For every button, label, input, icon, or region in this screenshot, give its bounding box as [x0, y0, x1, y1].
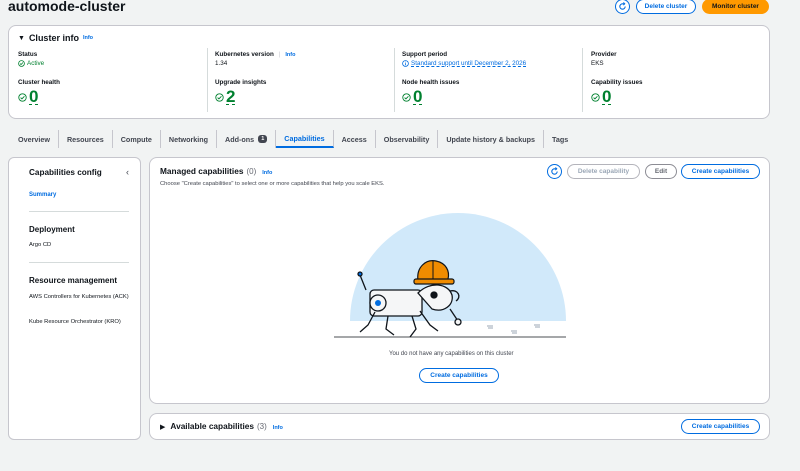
- collapse-sidebar-icon[interactable]: ‹: [126, 167, 129, 177]
- tab-networking[interactable]: Networking: [161, 130, 218, 148]
- tab-access[interactable]: Access: [334, 130, 376, 148]
- managed-capabilities-count: (0): [246, 167, 257, 176]
- node-health-label: Node health issues: [402, 79, 460, 86]
- status-text: Active: [27, 60, 45, 67]
- edit-button[interactable]: Edit: [645, 164, 677, 179]
- tab-add-ons-label: Add-ons: [225, 134, 255, 144]
- cluster-info-link[interactable]: Info: [83, 35, 93, 41]
- capability-issues-value[interactable]: 0: [591, 87, 611, 107]
- capability-issues-count: 0: [602, 87, 612, 106]
- support-period-text: Standard support until December 2, 2026: [411, 60, 527, 67]
- tab-capabilities[interactable]: Capabilities: [276, 130, 334, 148]
- cluster-health-value[interactable]: 0: [18, 87, 38, 107]
- check-circle-icon: [215, 92, 224, 102]
- footprints: [487, 324, 540, 334]
- tab-resources[interactable]: Resources: [59, 130, 113, 148]
- info-circle-icon: [402, 60, 409, 67]
- sidebar-item-summary[interactable]: Summary: [29, 192, 56, 198]
- available-info-link[interactable]: Info: [273, 425, 283, 431]
- sidebar-divider: [29, 262, 129, 263]
- managed-capabilities-description: Choose "Create capabilities" to select o…: [160, 181, 385, 187]
- sidebar-item-argo-cd[interactable]: Argo CD: [29, 241, 51, 250]
- support-period-label: Support period: [402, 51, 448, 58]
- upgrade-insights-value[interactable]: 2: [215, 87, 235, 107]
- tab-add-ons[interactable]: Add-ons 1: [217, 130, 277, 148]
- add-ons-count-badge: 1: [258, 135, 268, 143]
- managed-capabilities-header: Managed capabilities (0) Info: [160, 166, 272, 176]
- k8s-version-heading: Kubernetes version | Info: [215, 51, 295, 58]
- check-circle-icon: [18, 92, 27, 102]
- node-health-value[interactable]: 0: [402, 87, 422, 107]
- cluster-info-panel: [8, 25, 770, 119]
- cluster-info-title: Cluster info: [28, 33, 79, 43]
- divider: |: [278, 51, 281, 58]
- sidebar-item-ack[interactable]: AWS Controllers for Kubernetes (ACK): [29, 293, 129, 302]
- refresh-icon: [551, 167, 558, 175]
- provider-value: EKS: [591, 60, 604, 67]
- status-label: Status: [18, 51, 38, 58]
- tab-update-history[interactable]: Update history & backups: [438, 130, 544, 148]
- page-title: automode-cluster: [8, 0, 126, 14]
- managed-capabilities-title: Managed capabilities: [160, 166, 244, 176]
- managed-info-link[interactable]: Info: [262, 170, 272, 176]
- available-capabilities-header[interactable]: ▶ Available capabilities (3) Info: [160, 421, 283, 431]
- cluster-health-count: 0: [29, 87, 39, 106]
- sidebar-section-resource-management: Resource management: [29, 276, 118, 285]
- caret-down-icon: ▼: [18, 34, 25, 42]
- refresh-icon: [619, 2, 626, 10]
- empty-create-capabilities-button[interactable]: Create capabilities: [419, 368, 499, 383]
- check-circle-icon: [402, 92, 411, 102]
- column-divider: [582, 48, 583, 112]
- delete-capability-button[interactable]: Delete capability: [567, 164, 640, 179]
- available-create-capabilities-button[interactable]: Create capabilities: [681, 419, 760, 434]
- tab-bar: Overview Resources Compute Networking Ad…: [10, 130, 576, 148]
- check-circle-icon: [18, 60, 25, 67]
- column-divider: [207, 48, 208, 112]
- create-capabilities-button[interactable]: Create capabilities: [681, 164, 760, 179]
- k8s-version-value: 1.34: [215, 60, 228, 67]
- node-health-count: 0: [413, 87, 423, 106]
- cluster-info-header[interactable]: ▼ Cluster info Info: [18, 33, 93, 43]
- upgrade-insights-count: 2: [226, 87, 236, 106]
- status-value: Active: [18, 60, 44, 67]
- sidebar-divider: [29, 211, 129, 212]
- available-capabilities-title: Available capabilities: [170, 421, 255, 431]
- tab-observability[interactable]: Observability: [376, 130, 439, 148]
- sidebar-title: Capabilities config: [29, 168, 102, 177]
- caret-right-icon: ▶: [160, 424, 166, 431]
- sidebar-section-deployment: Deployment: [29, 225, 75, 234]
- column-divider: [394, 48, 395, 112]
- refresh-button[interactable]: [615, 0, 630, 14]
- check-circle-icon: [591, 92, 600, 102]
- delete-cluster-button[interactable]: Delete cluster: [636, 0, 696, 14]
- support-period-value[interactable]: Standard support until December 2, 2026: [402, 60, 526, 67]
- monitor-cluster-button[interactable]: Monitor cluster: [702, 0, 769, 14]
- provider-label: Provider: [591, 51, 617, 58]
- tab-overview[interactable]: Overview: [10, 130, 59, 148]
- k8s-version-label: Kubernetes version: [215, 51, 274, 58]
- empty-state-text: You do not have any capabilities on this…: [389, 351, 514, 357]
- upgrade-insights-label: Upgrade insights: [215, 79, 267, 86]
- available-capabilities-count: (3): [257, 422, 267, 431]
- capability-issues-label: Capability issues: [591, 79, 643, 86]
- cluster-health-label: Cluster health: [18, 79, 60, 86]
- k8s-info-link[interactable]: Info: [285, 52, 295, 58]
- empty-state-illustration: [334, 213, 566, 338]
- tab-tags[interactable]: Tags: [544, 130, 576, 148]
- refresh-capabilities-button[interactable]: [547, 164, 562, 179]
- sidebar-item-kro[interactable]: Kube Resource Orchestrator (KRO): [29, 318, 129, 327]
- tab-compute[interactable]: Compute: [113, 130, 161, 148]
